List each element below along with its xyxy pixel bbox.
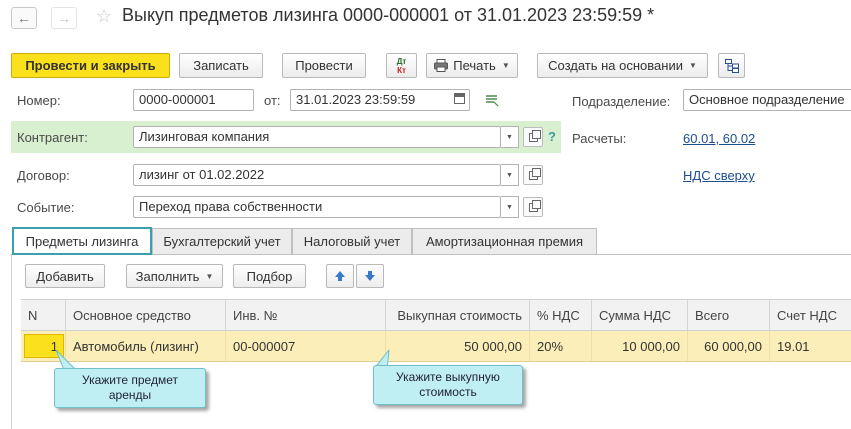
inv-number-cell[interactable]: 00-000007 xyxy=(226,331,386,361)
chevron-down-icon: ▼ xyxy=(506,171,513,179)
arrow-down-icon xyxy=(365,271,375,281)
column-header-buyout-cost[interactable]: Выкупная стоимость xyxy=(386,300,530,330)
number-label: Номер: xyxy=(17,93,61,108)
create-based-on-button[interactable]: Создать на основании ▼ xyxy=(537,53,708,78)
vat-rate-cell[interactable]: 20% xyxy=(530,331,592,361)
settlements-label: Расчеты: xyxy=(572,131,627,146)
callout-left: Укажите предмет аренды xyxy=(54,368,206,408)
vat-account-cell[interactable]: 19.01 xyxy=(770,331,851,361)
calendar-icon[interactable] xyxy=(454,93,465,104)
division-label: Подразделение: xyxy=(572,94,671,109)
page-title: Выкуп предметов лизинга 0000-000001 от 3… xyxy=(122,5,655,25)
add-row-button[interactable]: Добавить xyxy=(25,264,105,288)
column-header-asset[interactable]: Основное средство xyxy=(66,300,226,330)
settlements-link[interactable]: 60.01, 60.02 xyxy=(683,131,755,146)
chevron-down-icon: ▼ xyxy=(506,133,513,141)
arrow-up-icon xyxy=(335,271,345,281)
tab-depreciation-bonus[interactable]: Амортизационная премия xyxy=(412,228,597,254)
open-form-icon xyxy=(528,167,541,180)
counterparty-open-button[interactable] xyxy=(523,127,543,147)
date-label: от: xyxy=(264,93,281,108)
chevron-down-icon: ▼ xyxy=(205,271,214,281)
open-form-icon xyxy=(528,199,541,212)
contract-label: Договор: xyxy=(17,168,70,183)
move-down-button[interactable] xyxy=(356,264,384,288)
vat-amount-cell[interactable]: 10 000,00 xyxy=(592,331,688,361)
arrow-right-icon: → xyxy=(57,10,71,26)
callout-right: Укажите выкупную стоимость xyxy=(373,365,523,405)
event-open-button[interactable] xyxy=(523,197,543,217)
create-based-label: Создать на основании xyxy=(548,58,683,73)
dt-kt-icon: Дт Кт xyxy=(396,56,407,75)
vat-link[interactable]: НДС сверху xyxy=(683,168,755,183)
event-dropdown[interactable]: ▼ xyxy=(501,196,519,218)
tab-tax[interactable]: Налоговый учет xyxy=(292,228,412,254)
open-form-icon xyxy=(528,129,541,142)
tab-leasing-items[interactable]: Предметы лизинга xyxy=(12,227,152,255)
fill-button[interactable]: Заполнить ▼ xyxy=(126,264,223,288)
counterparty-dropdown[interactable]: ▼ xyxy=(501,126,519,148)
contract-open-button[interactable] xyxy=(523,165,543,185)
forward-button[interactable]: → xyxy=(51,7,77,29)
column-header-vat-account[interactable]: Счет НДС xyxy=(770,300,851,330)
row-divider xyxy=(21,361,851,362)
printer-icon xyxy=(434,59,449,72)
event-field[interactable]: Переход права собственности xyxy=(133,196,501,218)
column-header-vat-rate[interactable]: % НДС xyxy=(530,300,592,330)
number-field[interactable]: 0000-000001 xyxy=(133,89,254,111)
comment-icon[interactable] xyxy=(485,95,499,107)
back-button[interactable]: ← xyxy=(11,7,37,29)
chevron-down-icon: ▼ xyxy=(688,61,697,70)
tab-accounting[interactable]: Бухгалтерский учет xyxy=(152,228,292,254)
column-header-inv-number[interactable]: Инв. № xyxy=(226,300,386,330)
structure-button[interactable] xyxy=(718,53,745,78)
post-and-close-button[interactable]: Провести и закрыть xyxy=(11,53,170,78)
save-button[interactable]: Записать xyxy=(179,53,263,78)
buyout-cost-cell[interactable]: 50 000,00 xyxy=(386,331,530,361)
print-button[interactable]: Печать ▼ xyxy=(426,53,518,78)
counterparty-field[interactable]: Лизинговая компания xyxy=(133,126,501,148)
contract-field[interactable]: лизинг от 01.02.2022 xyxy=(133,164,501,186)
select-button[interactable]: Подбор xyxy=(233,264,306,288)
counterparty-label: Контрагент: xyxy=(17,130,88,145)
event-label: Событие: xyxy=(17,200,75,215)
structure-icon xyxy=(724,58,739,73)
chevron-down-icon: ▼ xyxy=(501,61,510,70)
callout-left-pointer xyxy=(55,350,77,370)
help-icon[interactable]: ? xyxy=(548,129,556,144)
column-header-total[interactable]: Всего xyxy=(688,300,770,330)
print-label: Печать xyxy=(453,58,496,73)
favorite-star-icon[interactable]: ☆ xyxy=(96,6,112,27)
arrow-left-icon: ← xyxy=(17,10,31,26)
post-button[interactable]: Провести xyxy=(282,53,366,78)
chevron-down-icon: ▼ xyxy=(506,203,513,211)
total-cell[interactable]: 60 000,00 xyxy=(688,331,770,361)
asset-cell[interactable]: Автомобиль (лизинг) xyxy=(66,331,226,361)
fill-label: Заполнить xyxy=(135,268,200,284)
date-field[interactable]: 31.01.2023 23:59:59 xyxy=(290,89,470,111)
dt-kt-button[interactable]: Дт Кт xyxy=(386,53,417,78)
column-header-n[interactable]: N xyxy=(21,300,66,330)
contract-dropdown[interactable]: ▼ xyxy=(501,164,519,186)
move-up-button[interactable] xyxy=(326,264,354,288)
column-header-vat-amount[interactable]: Сумма НДС xyxy=(592,300,688,330)
division-field[interactable]: Основное подразделение xyxy=(683,89,851,111)
